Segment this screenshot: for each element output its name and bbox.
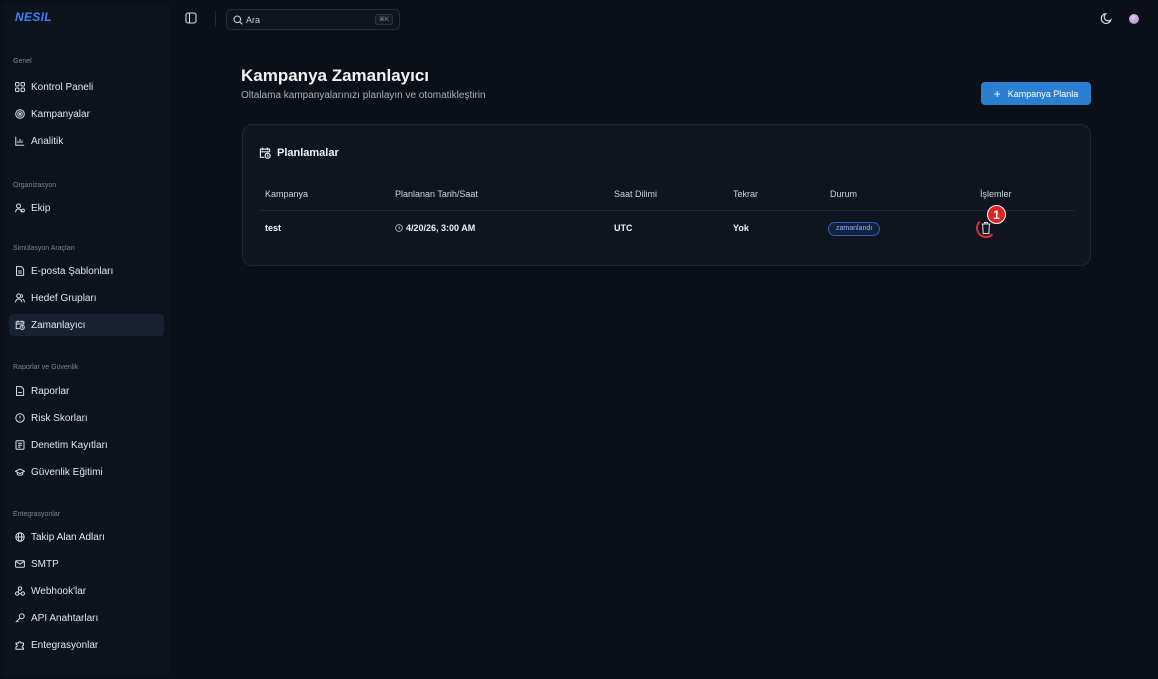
shield-icon [14,412,26,424]
schedule-campaign-button[interactable]: + Kampanya Planla [981,82,1091,105]
mail-icon [14,558,26,570]
search-box[interactable]: ⌘K [226,9,400,30]
sidebar-item-label: Raporlar [31,385,70,397]
cell-timezone: UTC [614,223,633,233]
sidebar-item-label: Analitik [31,135,64,147]
sidebar-section-title: Organizasyon [13,182,57,189]
column-header-islemler: İşlemler [980,189,1012,199]
table-header-divider [259,210,1074,211]
sidebar-section-title: Genel [13,58,32,65]
calendar-clock-icon [259,147,271,159]
sidebar-item-guvenlik-egitimi[interactable]: Güvenlik Eğitimi [9,461,164,483]
users-icon [14,292,26,304]
sidebar-item-webhooklar[interactable]: Webhook'lar [9,580,164,602]
cell-scheduled-value: 4/20/26, 3:00 AM [406,223,476,233]
column-header-kampanya: Kampanya [265,189,309,199]
annotation-marker: 1 [987,205,1006,224]
chart-icon [14,135,26,147]
sidebar-item-hedef-gruplari[interactable]: Hedef Grupları [9,287,164,309]
column-header-durum: Durum [830,189,858,199]
sidebar-item-zamanlayici[interactable]: Zamanlayıcı [9,314,164,336]
team-icon [14,202,26,214]
clock-icon [395,224,403,232]
sidebar-item-label: Entegrasyonlar [31,639,99,651]
sidebar-item-raporlar[interactable]: Raporlar [9,380,164,402]
column-header-saat-dilimi: Saat Dilimi [614,189,658,199]
brand-logo: NESIL [15,10,52,24]
sidebar-item-analitik[interactable]: Analitik [9,130,164,152]
divider [215,11,216,27]
sidebar-item-label: Hedef Grupları [31,292,97,304]
sidebar-item-label: Zamanlayıcı [31,319,86,331]
schedules-card: Planlamalar Kampanya Planlanan Tarih/Saa… [242,124,1091,266]
sidebar-item-ekip[interactable]: Ekip [9,197,164,219]
column-header-tekrar: Tekrar [733,189,759,199]
button-label: Kampanya Planla [1007,88,1079,99]
search-shortcut-badge: ⌘K [374,14,393,25]
sidebar-item-label: Webhook'lar [31,585,87,597]
file-icon [14,385,26,397]
scroll-icon [14,439,26,451]
sidebar-item-label: Denetim Kayıtları [31,439,108,451]
sidebar-item-label: SMTP [31,558,59,570]
globe-icon [14,531,26,543]
sidebar: NESIL Genel Kontrol Paneli Kampanyalar A… [3,3,170,676]
webhook-icon [14,585,26,597]
search-input[interactable] [246,14,366,25]
target-icon [14,108,26,120]
top-bar: ⌘K [170,3,1155,35]
dashboard-icon [14,81,26,93]
puzzle-icon [14,639,26,651]
sidebar-item-label: E-posta Şablonları [31,265,114,277]
status-badge: zamanlandı [828,222,881,236]
card-title: Planlamalar [259,147,339,159]
sidebar-item-label: Kontrol Paneli [31,81,94,93]
sidebar-item-kontrol-paneli[interactable]: Kontrol Paneli [9,76,164,98]
sidebar-item-risk-skorlari[interactable]: Risk Skorları [9,407,164,429]
app-window: NESIL Genel Kontrol Paneli Kampanyalar A… [3,3,1155,676]
card-title-label: Planlamalar [277,147,339,159]
plus-icon: + [993,86,1001,101]
graduation-cap-icon [14,466,26,478]
sidebar-item-kampanyalar[interactable]: Kampanyalar [9,103,164,125]
cell-scheduled: 4/20/26, 3:00 AM [395,223,475,233]
column-header-planlanan-tarih: Planlanan Tarih/Saat [395,189,478,199]
sidebar-section-title: Raporlar ve Güvenlik [13,364,79,371]
sidebar-item-label: Kampanyalar [31,108,90,120]
sidebar-item-api-anahtarlari[interactable]: API Anahtarları [9,607,164,629]
page-title: Kampanya Zamanlayıcı [241,66,430,85]
sidebar-item-label: Güvenlik Eğitimi [31,466,103,478]
avatar[interactable] [1129,14,1139,24]
cell-campaign: test [265,223,282,233]
calendar-clock-icon [14,319,26,331]
sidebar-item-denetim-kayitlari[interactable]: Denetim Kayıtları [9,434,164,456]
search-icon [233,14,243,25]
panel-toggle-icon[interactable] [184,11,198,25]
cell-repeat: Yok [733,223,749,233]
sidebar-item-smtp[interactable]: SMTP [9,553,164,575]
theme-toggle-icon[interactable] [1100,12,1114,26]
sidebar-item-label: Takip Alan Adları [31,531,105,543]
template-icon [14,265,26,277]
sidebar-section-title: Entegrasyonlar [13,511,61,518]
sidebar-item-label: Risk Skorları [31,412,88,424]
sidebar-item-label: API Anahtarları [31,612,99,624]
page-subtitle: Oltalama kampanyalarınızı planlayın ve o… [241,90,486,101]
sidebar-item-label: Ekip [31,202,51,214]
sidebar-section-title: Simülasyon Araçları [13,245,75,252]
key-icon [14,612,26,624]
sidebar-item-entegrasyonlar[interactable]: Entegrasyonlar [9,634,164,656]
sidebar-item-e-posta-sablonlari[interactable]: E-posta Şablonları [9,260,164,282]
sidebar-item-takip-alan-adlari[interactable]: Takip Alan Adları [9,526,164,548]
